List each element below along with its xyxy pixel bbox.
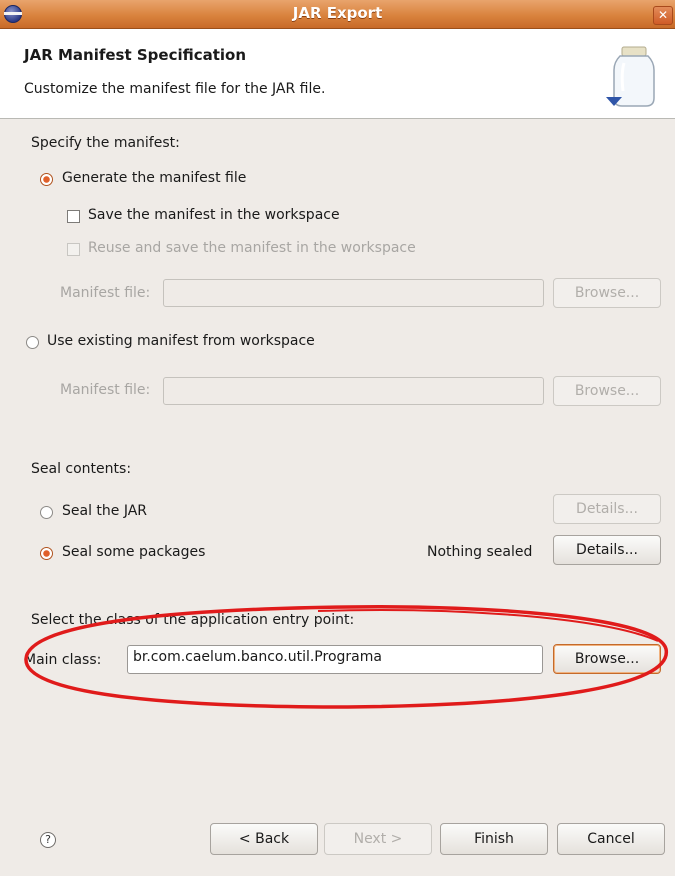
details-button-2[interactable]: Details... <box>553 535 661 565</box>
wizard-banner: JAR Manifest Specification Customize the… <box>0 29 675 119</box>
manifest-file-label-2: Manifest file: <box>60 382 151 398</box>
reuse-manifest-label: Reuse and save the manifest in the works… <box>88 240 416 256</box>
manifest-section-label: Specify the manifest: <box>31 135 180 151</box>
reuse-manifest-checkbox <box>67 243 80 256</box>
jar-icon <box>606 46 655 107</box>
title-bar: JAR Export ✕ <box>0 0 675 29</box>
seal-packages-radio[interactable] <box>40 547 53 560</box>
browse-button-1: Browse... <box>553 278 661 308</box>
browse-button-2: Browse... <box>553 376 661 406</box>
page-description: Customize the manifest file for the JAR … <box>24 81 326 97</box>
help-icon[interactable]: ? <box>40 832 56 848</box>
cancel-button[interactable]: Cancel <box>557 823 665 855</box>
back-button[interactable]: < Back <box>210 823 318 855</box>
save-manifest-checkbox[interactable] <box>67 210 80 223</box>
seal-packages-label[interactable]: Seal some packages <box>62 544 205 560</box>
existing-manifest-label[interactable]: Use existing manifest from workspace <box>47 333 315 349</box>
generate-manifest-radio[interactable] <box>40 173 53 186</box>
manifest-file-field-1 <box>163 279 544 307</box>
details-button-1: Details... <box>553 494 661 524</box>
window-title: JAR Export <box>292 4 383 22</box>
seal-jar-label[interactable]: Seal the JAR <box>62 503 147 519</box>
manifest-file-label-1: Manifest file: <box>60 285 151 301</box>
finish-button[interactable]: Finish <box>440 823 548 855</box>
manifest-file-field-2 <box>163 377 544 405</box>
existing-manifest-radio[interactable] <box>26 336 39 349</box>
close-button[interactable]: ✕ <box>653 6 673 25</box>
seal-section-label: Seal contents: <box>31 461 132 477</box>
seal-jar-radio[interactable] <box>40 506 53 519</box>
save-manifest-label[interactable]: Save the manifest in the workspace <box>88 207 340 223</box>
next-button: Next > <box>324 823 432 855</box>
generate-manifest-label[interactable]: Generate the manifest file <box>62 170 246 186</box>
annotation-oval <box>24 605 668 709</box>
seal-status-text: Nothing sealed <box>427 544 533 560</box>
page-title: JAR Manifest Specification <box>24 46 247 64</box>
